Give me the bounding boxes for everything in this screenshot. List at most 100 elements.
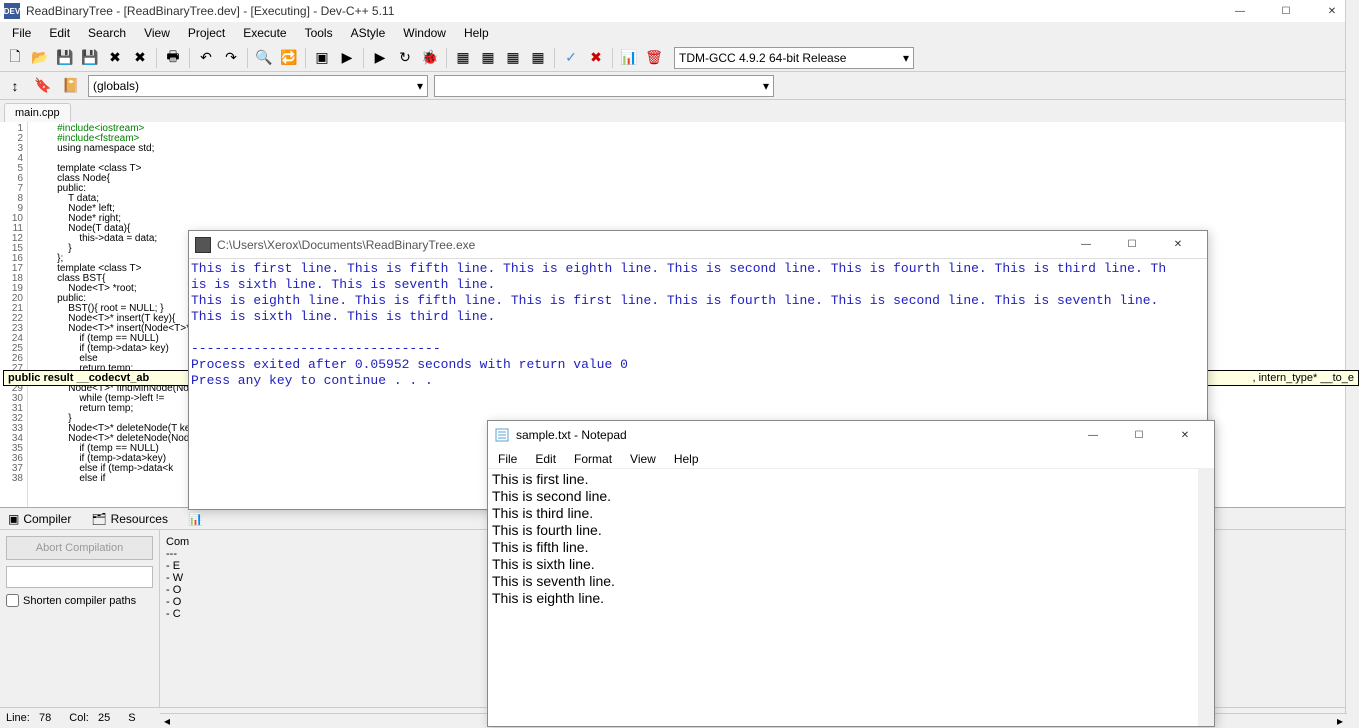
status-sel: S [128,712,135,724]
grid2-icon[interactable]: ▦ [477,47,499,69]
separator [446,48,447,68]
compile-controls: Abort Compilation Shorten compiler paths [0,530,160,707]
redo-icon[interactable]: ↷ [220,47,242,69]
window-title: ReadBinaryTree - [ReadBinaryTree.dev] - … [26,4,1217,18]
compile-run-icon[interactable]: ▶ [369,47,391,69]
check-icon[interactable]: ✓ [560,47,582,69]
undo-icon[interactable]: ↶ [195,47,217,69]
menu-execute[interactable]: Execute [235,24,294,42]
file-tab-main[interactable]: main.cpp [4,103,71,122]
notepad-textarea[interactable]: This is first line.This is second line.T… [488,469,1214,726]
print-icon[interactable]: 🖶 [162,47,184,69]
minimize-button[interactable]: — [1217,0,1263,22]
abort-button[interactable]: Abort Compilation [6,536,153,560]
np-menu-help[interactable]: Help [666,450,707,468]
chart-icon[interactable]: 📊 [618,47,640,69]
close-file-icon[interactable]: ✖ [104,47,126,69]
separator [554,48,555,68]
menu-edit[interactable]: Edit [41,24,78,42]
np-menu-edit[interactable]: Edit [527,450,564,468]
scope-select[interactable]: (globals) ▾ [88,75,428,97]
notepad-menubar: File Edit Format View Help [488,449,1214,469]
separator [247,48,248,68]
console-title: C:\Users\Xerox\Documents\ReadBinaryTree.… [217,238,1063,252]
separator [305,48,306,68]
bookmark-icon[interactable]: 🔖 [32,75,54,97]
fold-column [28,122,42,507]
scrollbar-vertical[interactable] [1345,0,1359,713]
member-select[interactable]: ▾ [434,75,774,97]
toolbar-main: 🗋 📂 💾 💾 ✖ ✖ 🖶 ↶ ↷ 🔍 🔁 ▣ ▶ ▶ ↻ 🐞 ▦ ▦ ▦ ▦ … [0,44,1359,72]
toolbar-scope: ↕ 🔖 📔 (globals) ▾ ▾ [0,72,1359,100]
menu-file[interactable]: File [4,24,39,42]
find-icon[interactable]: 🔍 [253,47,275,69]
chevron-down-icon: ▾ [417,79,423,93]
tab-compiler[interactable]: ▣ Compiler [4,510,75,528]
compiler-select[interactable]: TDM-GCC 4.9.2 64-bit Release ▾ [674,47,914,69]
debug-icon[interactable]: 🐞 [419,47,441,69]
book-icon[interactable]: 📔 [60,75,82,97]
close-all-icon[interactable]: ✖ [129,47,151,69]
notepad-title: sample.txt - Notepad [516,428,1070,442]
window-controls: — ☐ ✕ [1217,0,1355,22]
scope-select-text: (globals) [93,79,139,93]
tab-more[interactable]: 📊 [184,510,207,528]
notepad-close[interactable]: ✕ [1162,424,1208,446]
error-icon[interactable]: ✖ [585,47,607,69]
menu-tools[interactable]: Tools [297,24,341,42]
grid3-icon[interactable]: ▦ [502,47,524,69]
chevron-down-icon: ▾ [903,51,909,65]
save-icon[interactable]: 💾 [54,47,76,69]
compiler-select-text: TDM-GCC 4.9.2 64-bit Release [679,51,846,65]
menubar: File Edit Search View Project Execute To… [0,22,1359,44]
menu-window[interactable]: Window [395,24,454,42]
separator [189,48,190,68]
notepad-scrollbar[interactable] [1198,469,1214,726]
save-all-icon[interactable]: 💾 [79,47,101,69]
np-menu-file[interactable]: File [490,450,525,468]
notepad-window: sample.txt - Notepad — ☐ ✕ File Edit For… [487,420,1215,727]
titlebar: DEV ReadBinaryTree - [ReadBinaryTree.dev… [0,0,1359,22]
shorten-paths-checkbox[interactable] [6,594,19,607]
resources-icon: 🗂 [91,512,106,526]
menu-project[interactable]: Project [180,24,233,42]
menu-view[interactable]: View [136,24,178,42]
replace-icon[interactable]: 🔁 [278,47,300,69]
goto-icon[interactable]: ↕ [4,75,26,97]
notepad-maximize[interactable]: ☐ [1116,424,1162,446]
notepad-titlebar: sample.txt - Notepad — ☐ ✕ [488,421,1214,449]
np-menu-view[interactable]: View [622,450,664,468]
console-minimize[interactable]: — [1063,234,1109,256]
open-file-icon[interactable]: 📂 [29,47,51,69]
run-icon[interactable]: ▶ [336,47,358,69]
separator [612,48,613,68]
app-icon: DEV [4,3,20,19]
status-line: 78 [39,712,51,724]
compiler-icon: ▣ [8,512,19,526]
notepad-icon [494,427,510,443]
chart-icon: 📊 [188,512,203,526]
menu-search[interactable]: Search [80,24,134,42]
console-titlebar: C:\Users\Xerox\Documents\ReadBinaryTree.… [189,231,1207,259]
chevron-down-icon: ▾ [763,79,769,93]
notepad-minimize[interactable]: — [1070,424,1116,446]
separator [156,48,157,68]
menu-help[interactable]: Help [456,24,497,42]
status-col: 25 [98,712,110,724]
shorten-paths-check[interactable]: Shorten compiler paths [6,594,153,607]
new-file-icon[interactable]: 🗋 [4,47,26,69]
grid4-icon[interactable]: ▦ [527,47,549,69]
line-gutter: 1234567891011121516171819202122232425262… [0,122,28,507]
trash-icon[interactable]: 🗑 [643,47,665,69]
menu-astyle[interactable]: AStyle [343,24,394,42]
np-menu-format[interactable]: Format [566,450,620,468]
maximize-button[interactable]: ☐ [1263,0,1309,22]
rebuild-icon[interactable]: ↻ [394,47,416,69]
console-maximize[interactable]: ☐ [1109,234,1155,256]
tab-resources[interactable]: 🗂 Resources [87,510,172,528]
grid1-icon[interactable]: ▦ [452,47,474,69]
console-close[interactable]: ✕ [1155,234,1201,256]
file-tab-bar: main.cpp [0,100,1359,122]
compile-icon[interactable]: ▣ [311,47,333,69]
compile-progress [6,566,153,588]
